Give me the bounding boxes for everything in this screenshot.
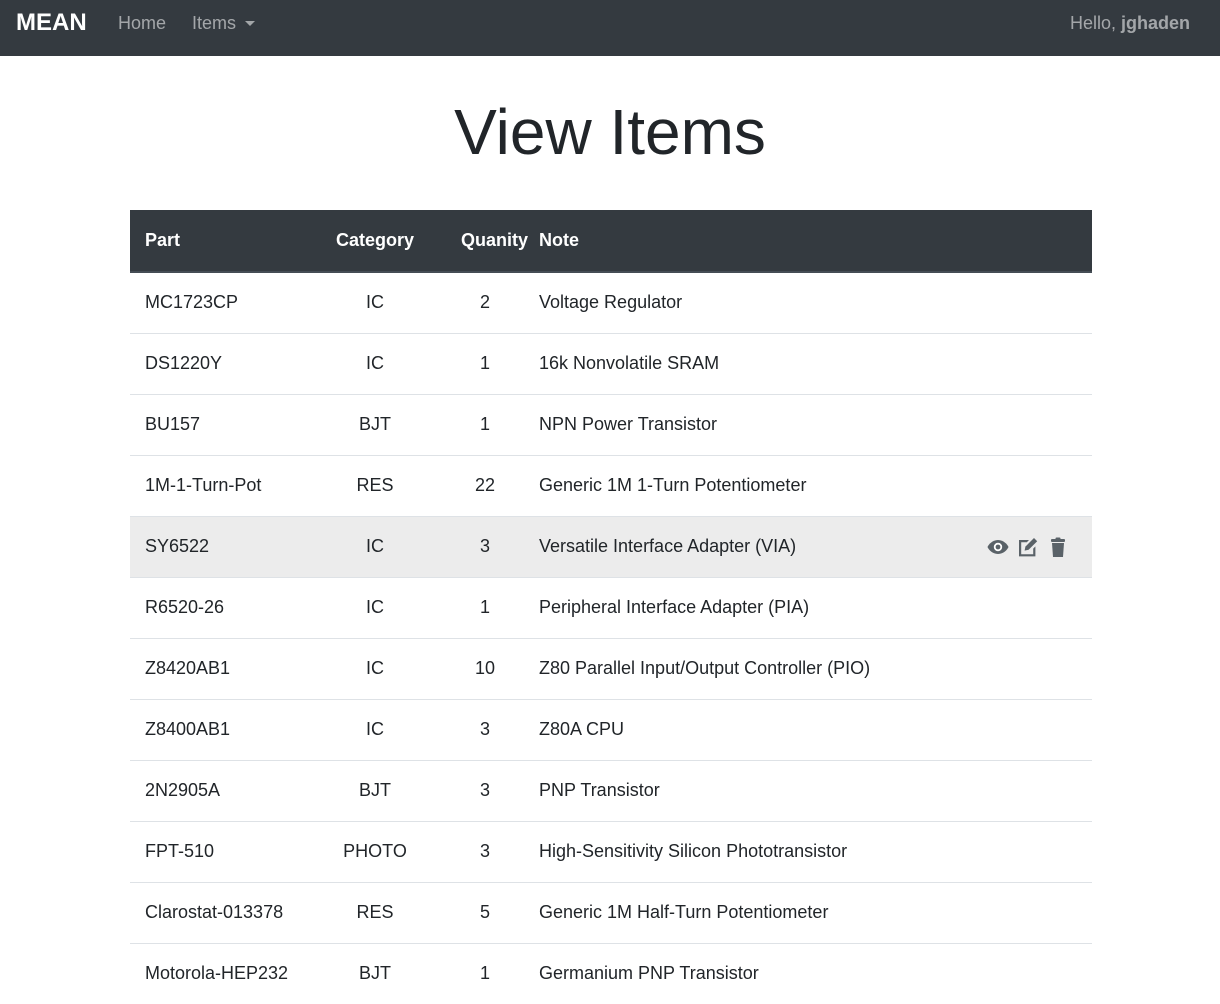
cell-part: Clarostat-013378 bbox=[130, 881, 304, 943]
cell-note: PNP Transistor bbox=[524, 759, 914, 821]
page-title: View Items bbox=[454, 96, 766, 168]
table-row[interactable]: FPT-510 PHOTO 3 High-Sensitivity Silicon Ph… bbox=[130, 820, 1092, 882]
cell-actions bbox=[914, 820, 1092, 882]
nav-items-dropdown[interactable]: Items bbox=[192, 11, 256, 35]
table-row[interactable]: BU157 BJT 1 NPN Power Transistor bbox=[130, 393, 1092, 455]
cell-part: Z8400AB1 bbox=[130, 698, 304, 760]
cell-note: Z80 Parallel Input/Output Controller (PI… bbox=[524, 637, 914, 699]
table-row[interactable]: SY6522 IC 3 Versatile Interface Adapter (VI… bbox=[130, 515, 1092, 577]
cell-note: Voltage Regulator bbox=[539, 292, 683, 313]
cell-part: Z8420AB1 bbox=[130, 637, 304, 699]
cell-actions bbox=[914, 332, 1092, 394]
cell-note: Generic 1M 1-Turn Potentiometer bbox=[524, 454, 914, 516]
cell-actions bbox=[914, 393, 1092, 455]
table-header-row: Part Category Quanity Note bbox=[130, 210, 1092, 273]
cell-actions bbox=[914, 576, 1092, 638]
cell-note: Z80A CPU bbox=[524, 698, 914, 760]
cell-note: 16k Nonvolatile SRAM bbox=[524, 332, 914, 394]
cell-category: IC bbox=[304, 637, 446, 699]
cell-category: IC bbox=[366, 292, 384, 313]
column-header-note: Note bbox=[524, 210, 914, 273]
cell-actions bbox=[914, 515, 1092, 577]
cell-quantity: 3 bbox=[446, 515, 524, 577]
table-row[interactable]: DS1220Y IC 1 16k Nonvolatile SRAM bbox=[130, 332, 1092, 394]
cell-quantity: 1 bbox=[446, 332, 524, 394]
cell-note: Peripheral Interface Adapter (PIA) bbox=[524, 576, 914, 638]
cell-quantity: 10 bbox=[446, 637, 524, 699]
cell-category: BJT bbox=[304, 759, 446, 821]
cell-part: DS1220Y bbox=[130, 332, 304, 394]
cell-note: Germanium PNP Transistor bbox=[524, 942, 914, 1004]
cell-quantity: 1 bbox=[446, 942, 524, 1004]
trash-icon[interactable] bbox=[1046, 536, 1070, 558]
cell-quantity: 1 bbox=[446, 393, 524, 455]
cell-quantity: 3 bbox=[446, 820, 524, 882]
cell-note: Versatile Interface Adapter (VIA) bbox=[524, 515, 914, 577]
cell-category: RES bbox=[304, 881, 446, 943]
nav-home-link[interactable]: Home bbox=[118, 11, 166, 35]
table-row[interactable]: Motorola-HEP232 BJT 1 Germanium PNP Transis… bbox=[130, 942, 1092, 1004]
cell-part: BU157 bbox=[130, 393, 304, 455]
cell-category: IC bbox=[304, 515, 446, 577]
cell-actions bbox=[914, 272, 1092, 333]
cell-note: Generic 1M Half-Turn Potentiometer bbox=[524, 881, 914, 943]
cell-part: Motorola-HEP232 bbox=[130, 942, 304, 1004]
greeting-prefix: Hello, bbox=[1069, 13, 1121, 33]
cell-actions bbox=[914, 637, 1092, 699]
table-row[interactable]: Clarostat-013378 RES 5 Generic 1M Half-Turn… bbox=[130, 881, 1092, 943]
cell-category: BJT bbox=[304, 393, 446, 455]
cell-quantity: 2 bbox=[479, 292, 490, 313]
table-row[interactable]: R6520-26 IC 1 Peripheral Interface Adapter … bbox=[130, 576, 1092, 638]
cell-actions bbox=[914, 881, 1092, 943]
cell-quantity: 22 bbox=[446, 454, 524, 516]
cell-actions bbox=[914, 759, 1092, 821]
table-row[interactable]: Z8400AB1 IC 3 Z80A CPU bbox=[130, 698, 1092, 760]
cell-actions bbox=[914, 942, 1092, 1004]
cell-category: IC bbox=[304, 576, 446, 638]
items-table: Part Category Quanity Note MC1723CP IC 2 Vo… bbox=[130, 210, 1092, 1004]
table-row[interactable]: MC1723CP IC 2 Voltage Regulator bbox=[130, 272, 1092, 333]
cell-part: SY6522 bbox=[130, 515, 304, 577]
cell-category: BJT bbox=[304, 942, 446, 1004]
cell-quantity: 5 bbox=[446, 881, 524, 943]
table-row[interactable]: Z8420AB1 IC 10 Z80 Parallel Input/Output Co… bbox=[130, 637, 1092, 699]
eye-icon[interactable] bbox=[986, 536, 1010, 558]
nav-items-label: Items bbox=[192, 13, 237, 33]
table-row[interactable]: 1M-1-Turn-Pot RES 22 Generic 1M 1-Turn Pote… bbox=[130, 454, 1092, 516]
cell-category: IC bbox=[304, 332, 446, 394]
username: jghaden bbox=[1120, 13, 1190, 33]
cell-part: R6520-26 bbox=[130, 576, 304, 638]
cell-part: MC1723CP bbox=[145, 292, 239, 313]
column-header-actions bbox=[914, 210, 1092, 273]
cell-part: 2N2905A bbox=[130, 759, 304, 821]
cell-part: FPT-510 bbox=[130, 820, 304, 882]
cell-category: RES bbox=[304, 454, 446, 516]
column-header-category: Category bbox=[304, 210, 446, 273]
cell-quantity: 1 bbox=[446, 576, 524, 638]
column-header-part: Part bbox=[130, 210, 304, 273]
navbar: MEAN Home Items Hello, jghaden bbox=[0, 0, 1220, 56]
cell-category: PHOTO bbox=[304, 820, 446, 882]
cell-note: High-Sensitivity Silicon Phototransistor bbox=[524, 820, 914, 882]
column-header-quantity: Quanity bbox=[446, 210, 528, 273]
cell-actions bbox=[914, 454, 1092, 516]
edit-icon[interactable] bbox=[1016, 536, 1040, 558]
cell-category: IC bbox=[304, 698, 446, 760]
user-greeting: Hello, jghaden bbox=[1070, 11, 1190, 35]
chevron-down-icon bbox=[245, 21, 256, 26]
cell-actions bbox=[914, 698, 1092, 760]
cell-note: NPN Power Transistor bbox=[524, 393, 914, 455]
cell-quantity: 3 bbox=[446, 698, 524, 760]
cell-part: 1M-1-Turn-Pot bbox=[130, 454, 304, 516]
table-row[interactable]: 2N2905A BJT 3 PNP Transistor bbox=[130, 759, 1092, 821]
cell-quantity: 3 bbox=[446, 759, 524, 821]
brand-link[interactable]: MEAN bbox=[16, 7, 87, 39]
